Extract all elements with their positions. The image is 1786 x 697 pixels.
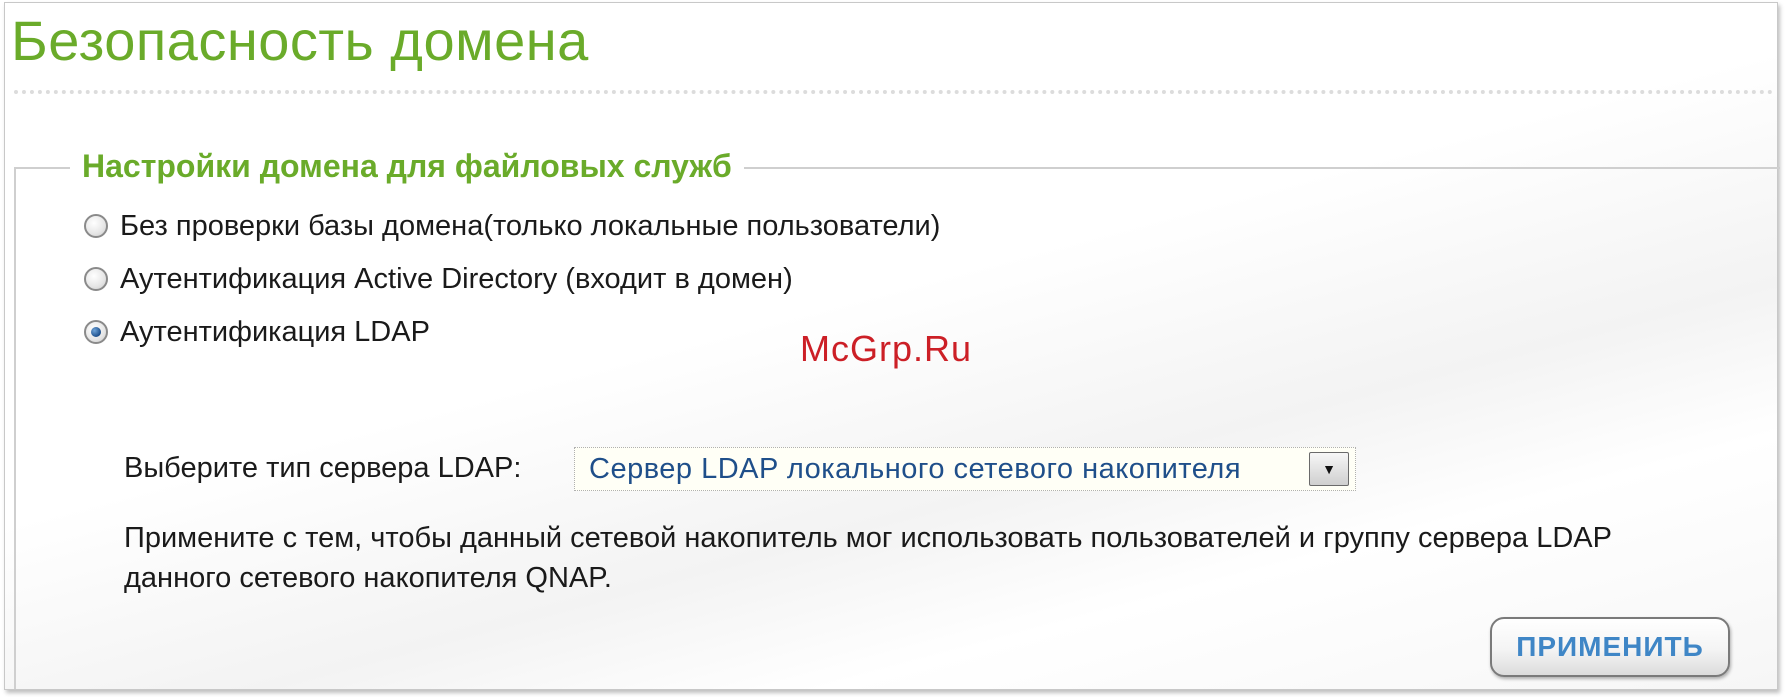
chevron-down-icon[interactable]: ▼ [1309, 452, 1349, 486]
radio-option-ldap[interactable]: Аутентификация LDAP [84, 314, 430, 350]
ldap-description-line-2: данного сетевого накопителя QNAP. [124, 562, 612, 594]
radio-button-active-directory[interactable] [84, 267, 108, 291]
section-legend: Настройки домена для файловых служб [70, 148, 744, 185]
ldap-description: Примените с тем, чтобы данный сетевой на… [124, 518, 1764, 598]
radio-label-ldap: Аутентификация LDAP [120, 315, 430, 348]
radio-button-local-only[interactable] [84, 214, 108, 238]
title-divider [14, 90, 1774, 94]
watermark-text: McGrp.Ru [800, 328, 973, 369]
ldap-description-line-1: Примените с тем, чтобы данный сетевой на… [124, 522, 1612, 554]
apply-button-label: ПРИМЕНИТЬ [1516, 631, 1704, 662]
ldap-server-type-label: Выберите тип сервера LDAP: [124, 452, 522, 484]
ldap-server-type-select[interactable]: Сервер LDAP локального сетевого накопите… [574, 447, 1356, 491]
page-title: Безопасность домена [11, 9, 589, 72]
radio-option-active-directory[interactable]: Аутентификация Active Directory (входит … [84, 261, 793, 297]
domain-settings-group [14, 167, 1780, 689]
radio-option-local-only[interactable]: Без проверки базы домена(только локальны… [84, 208, 940, 244]
apply-button[interactable]: ПРИМЕНИТЬ [1490, 617, 1730, 677]
radio-button-ldap[interactable] [84, 320, 108, 344]
radio-label-local-only: Без проверки базы домена(только локальны… [120, 209, 941, 242]
ldap-server-type-value: Сервер LDAP локального сетевого накопите… [589, 453, 1242, 485]
radio-label-active-directory: Аутентификация Active Directory (входит … [120, 262, 793, 295]
